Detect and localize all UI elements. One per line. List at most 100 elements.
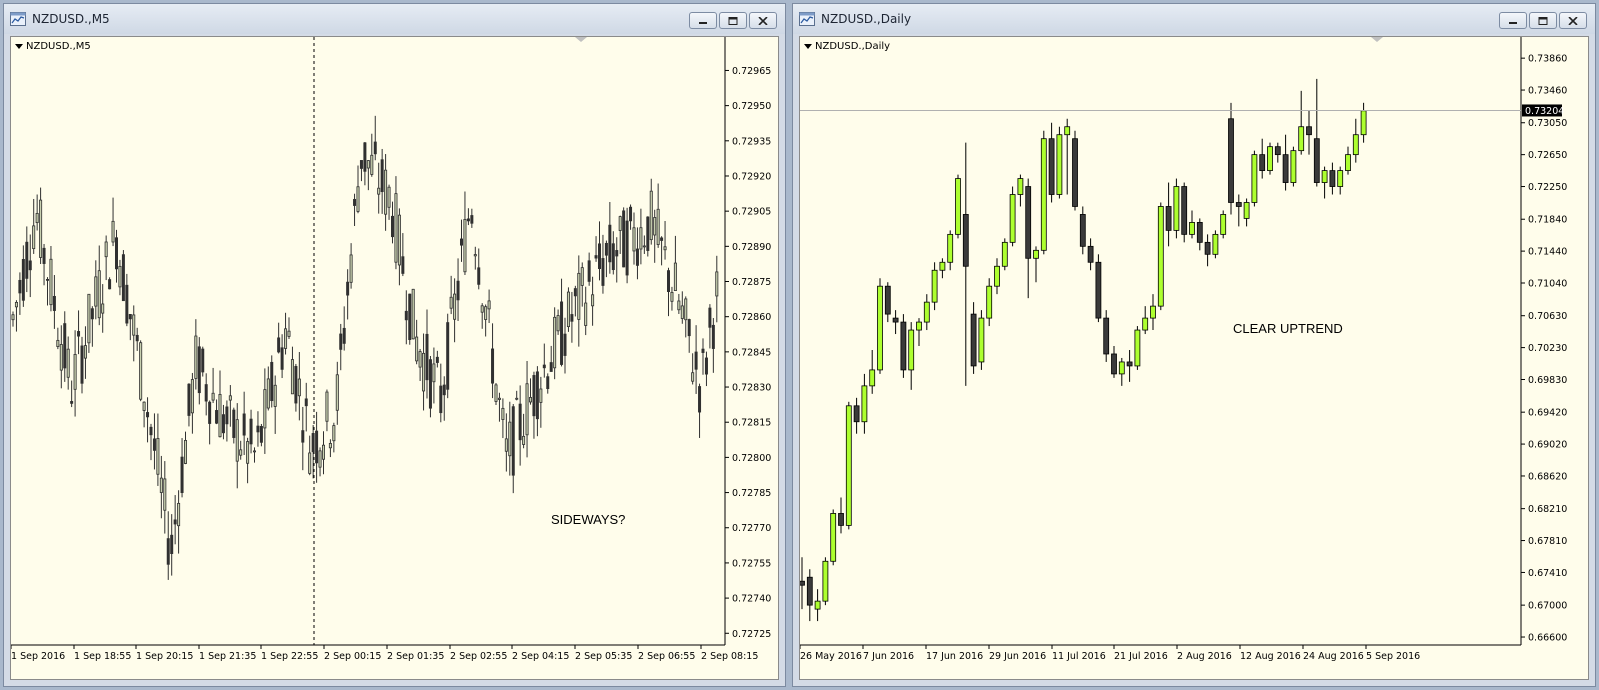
price-tick-label: 0.72815 <box>732 418 771 429</box>
candle-bearish <box>408 293 412 340</box>
candle-bearish <box>315 430 319 464</box>
time-tick-label: 12 Aug 2016 <box>1240 651 1301 662</box>
price-tick-label: 0.72935 <box>732 136 771 147</box>
candle-bearish <box>363 142 367 172</box>
maximize-button[interactable] <box>719 12 747 29</box>
candle-bearish <box>853 405 860 423</box>
candle-bullish <box>325 391 329 422</box>
price-tick-label: 0.72905 <box>732 207 771 218</box>
candle-bullish <box>290 359 294 395</box>
candle-bearish <box>1196 222 1203 243</box>
candle-bullish <box>14 302 18 308</box>
candle-bullish <box>59 344 63 371</box>
close-button[interactable] <box>1559 12 1587 29</box>
candle-bullish <box>1118 361 1125 375</box>
candle-bullish <box>994 265 1000 287</box>
candle-bearish <box>511 406 515 476</box>
candle-bullish <box>1243 202 1250 219</box>
chart-window-m5[interactable]: NZDUSD.,M5 0.72965 0.72950 0.72935 0.72920 0… <box>3 3 786 687</box>
minimize-button[interactable] <box>689 12 717 29</box>
candle-bullish <box>384 169 388 215</box>
symbol-label[interactable]: NZDUSD.,M5 <box>15 41 91 52</box>
candle-bullish <box>1267 146 1273 171</box>
time-tick-label: 1 Sep 21:35 <box>199 651 256 662</box>
price-tick-label: 0.66600 <box>1528 633 1567 644</box>
minimize-button[interactable] <box>1499 12 1527 29</box>
candle-bearish <box>232 409 236 438</box>
maximize-button[interactable] <box>1529 12 1557 29</box>
candle-bullish <box>1251 154 1258 203</box>
symbol-label[interactable]: NZDUSD.,Daily <box>804 41 890 52</box>
candle-bullish <box>97 270 101 319</box>
candle-bearish <box>18 279 22 294</box>
candle-bearish <box>892 317 899 323</box>
candle-bearish <box>52 295 56 311</box>
candle-bullish <box>284 328 288 349</box>
price-chart-daily[interactable]: 0.73860 0.73460 0.73050 0.72650 0.72250 0.718… <box>800 37 1589 680</box>
window-titlebar[interactable]: NZDUSD.,Daily <box>793 4 1595 34</box>
candle-bullish <box>1017 178 1024 195</box>
candle-bearish <box>1111 353 1117 375</box>
candle-bullish <box>584 302 588 326</box>
candle-bullish <box>328 443 332 449</box>
candle-bearish <box>339 333 343 350</box>
candle-bullish <box>1173 186 1180 231</box>
chart-annotation: SIDEWAYS? <box>551 512 625 527</box>
candle-bearish <box>280 347 284 370</box>
candle-bullish <box>618 216 622 231</box>
candle-bullish <box>955 178 961 235</box>
symbol-label-text: NZDUSD.,Daily <box>815 41 891 52</box>
chart-area-daily[interactable]: 0.73860 0.73460 0.73050 0.72650 0.72250 0.718… <box>799 36 1589 680</box>
candle-bullish <box>94 276 98 307</box>
price-chart-m5[interactable]: 0.72965 0.72950 0.72935 0.72920 0.72905 0.728… <box>11 37 779 680</box>
candle-bearish <box>660 237 664 241</box>
chart-shift-marker <box>1371 37 1383 42</box>
candle-bearish <box>404 310 408 321</box>
candle-bullish <box>1298 126 1305 152</box>
candle-bearish <box>542 364 546 369</box>
close-button[interactable] <box>749 12 777 29</box>
chart-area-m5[interactable]: 0.72965 0.72950 0.72935 0.72920 0.72905 0.728… <box>10 36 779 680</box>
price-tick-label: 0.69020 <box>1528 440 1567 451</box>
time-tick-label: 11 Jul 2016 <box>1052 651 1106 662</box>
candle-bearish <box>535 371 539 420</box>
maximize-icon <box>728 16 738 25</box>
candle-bullish <box>56 339 60 347</box>
candle-bearish <box>1259 154 1266 171</box>
candle-bullish <box>377 187 381 195</box>
candle-bearish <box>694 351 698 370</box>
candle-bearish <box>277 337 281 353</box>
candle-bearish <box>491 348 495 384</box>
candle-bearish <box>311 433 315 453</box>
candle-bullish <box>239 449 243 456</box>
candle-bullish <box>308 452 312 474</box>
chart-window-icon <box>799 12 815 26</box>
candle-bearish <box>970 313 977 367</box>
candle-bullish <box>418 351 422 368</box>
time-tick-label: 1 Sep 20:15 <box>136 651 193 662</box>
price-tick-label: 0.72770 <box>732 523 771 534</box>
candle-bearish <box>1282 154 1289 183</box>
candle-bearish <box>1025 186 1032 259</box>
candle-bearish <box>353 198 357 206</box>
candle-bullish <box>273 384 277 407</box>
chart-window-daily[interactable]: NZDUSD.,Daily 0.73860 0.73460 0.73050 0.726… <box>792 3 1596 687</box>
candle-bullish <box>861 385 868 423</box>
candle-bearish <box>1181 186 1188 235</box>
candle-bearish <box>667 270 671 292</box>
candle-bearish <box>270 361 274 402</box>
candle-bullish <box>1009 194 1016 243</box>
time-tick-label: 26 May 2016 <box>800 651 862 662</box>
chart-shift-marker <box>575 37 587 42</box>
candle-bearish <box>573 288 577 297</box>
candle-bullish <box>1064 126 1071 136</box>
candle-bullish <box>931 269 938 303</box>
window-titlebar[interactable]: NZDUSD.,M5 <box>4 4 785 34</box>
price-tick-label: 0.67810 <box>1528 536 1567 547</box>
candle-bearish <box>711 324 715 349</box>
window-title: NZDUSD.,M5 <box>32 12 110 26</box>
candle-bullish <box>228 395 232 401</box>
candle-bearish <box>180 456 184 494</box>
time-tick-label: 1 Sep 22:55 <box>261 651 318 662</box>
candle-bullish <box>159 477 163 493</box>
